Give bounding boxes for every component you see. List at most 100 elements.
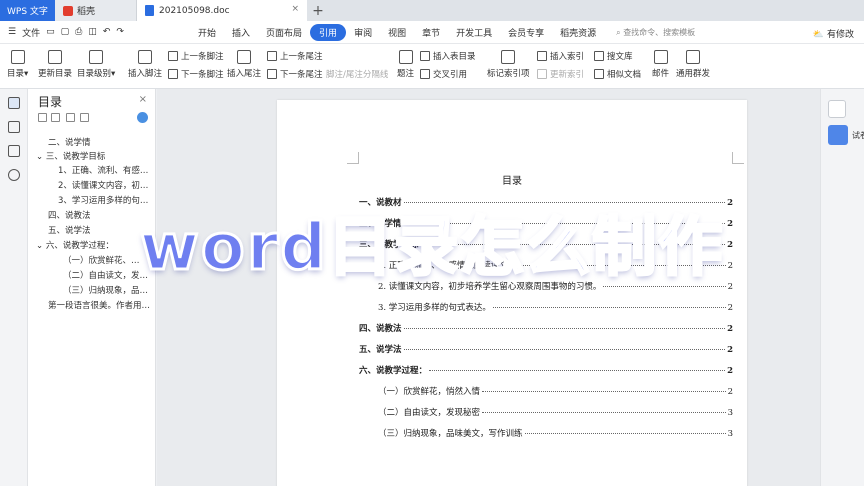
demote-icon[interactable]	[80, 113, 89, 122]
document-page[interactable]: 目录 一、说教材 2 二、说学情 2 三、说教学目标 2 1. 正确、流利、有感情地朗…	[277, 100, 747, 486]
close-outline-icon[interactable]: ×	[139, 94, 147, 105]
bookmark-icon[interactable]	[8, 145, 20, 157]
collapse-arrow-icon[interactable]: ⌄	[36, 152, 46, 162]
title-bar: WPS 文字 稻壳 202105098.doc × +	[0, 0, 864, 21]
insert-toc-table-button[interactable]: 插入表目录	[420, 50, 476, 62]
menu-daoke[interactable]: 稻壳资源	[552, 24, 604, 41]
exam-paper-icon[interactable]	[828, 125, 848, 145]
find-icon[interactable]	[8, 169, 20, 181]
close-tab-icon[interactable]: ×	[291, 4, 299, 14]
daoke-tab[interactable]: 稻壳	[55, 0, 137, 21]
mark-index-button[interactable]: 标记索引项	[487, 50, 530, 79]
next-endnote-label: 下一条尾注	[280, 70, 323, 80]
toc-entry-page: 2	[727, 345, 733, 355]
outline-item[interactable]: ⌄ 三、说教学目标	[36, 150, 148, 162]
update-toc-icon	[48, 50, 62, 64]
margin-corner-mark	[732, 152, 744, 164]
hamburger-menu-icon[interactable]: ☰	[8, 27, 16, 37]
ribbon-toolbar: 目录▾ 更新目录 目录级别▾ 插入脚注 上一条脚注 下一条脚注 插入尾注 上一条…	[0, 44, 864, 89]
new-tab-button[interactable]: +	[307, 0, 329, 21]
toc-level-label: 目录级别	[77, 69, 112, 79]
menu-start[interactable]: 开始	[190, 24, 224, 41]
toc-leader	[492, 307, 726, 308]
update-index-button[interactable]: 更新索引	[537, 68, 584, 80]
search-library-icon	[594, 51, 604, 61]
toc-entry[interactable]: 四、说教法 2	[359, 322, 733, 334]
cross-reference-button[interactable]: 交叉引用	[420, 68, 467, 80]
outline-mode-toggle[interactable]	[137, 112, 148, 123]
preview-icon[interactable]: ◫	[88, 27, 97, 37]
open-icon[interactable]: ▢	[61, 27, 70, 37]
note-separator-button[interactable]: 脚注/尾注分隔线	[326, 68, 388, 80]
app-tab-label: WPS 文字	[7, 7, 48, 17]
caption-icon	[398, 50, 413, 64]
toc-entry[interactable]: 六、说教学过程： 2	[359, 364, 733, 376]
search-input[interactable]: ⌕ 查找命令、搜索模板	[616, 27, 695, 38]
insert-footnote-button[interactable]: 插入脚注	[128, 50, 162, 79]
menu-review[interactable]: 审阅	[346, 24, 380, 41]
toc-entry[interactable]: 五、说学法 2	[359, 343, 733, 355]
app-tab[interactable]: WPS 文字	[0, 0, 55, 21]
mail-button[interactable]: 邮件	[652, 50, 669, 79]
toc-button[interactable]: 目录▾	[7, 50, 28, 79]
menu-section[interactable]: 章节	[414, 24, 448, 41]
toc-entry[interactable]: （三）归纳现象，品味美文，写作训练 3	[378, 427, 733, 439]
save-icon[interactable]: ▭	[46, 27, 55, 37]
menu-insert[interactable]: 插入	[224, 24, 258, 41]
prev-footnote-button[interactable]: 上一条脚注	[168, 50, 224, 62]
collapse-all-icon[interactable]	[51, 113, 60, 122]
prev-endnote-button[interactable]: 上一条尾注	[267, 50, 323, 62]
caption-button[interactable]: 题注	[397, 50, 414, 79]
toc-icon	[10, 50, 25, 64]
footnote-icon	[138, 50, 152, 64]
menu-member[interactable]: 会员专享	[500, 24, 552, 41]
toc-entry-text: （二）自由读文，发现秘密	[378, 408, 481, 418]
update-toc-label: 更新目录	[38, 69, 73, 79]
menu-page-layout[interactable]: 页面布局	[258, 24, 310, 41]
outline-item[interactable]: 1、正确、流利、有感…	[58, 164, 150, 176]
cross-reference-label: 交叉引用	[433, 70, 468, 80]
next-endnote-button[interactable]: 下一条尾注	[267, 68, 323, 80]
next-footnote-button[interactable]: 下一条脚注	[168, 68, 224, 80]
similar-docs-label: 相似文档	[607, 70, 642, 80]
outline-item[interactable]: 2、读懂课文内容，初…	[58, 179, 150, 191]
toc-entry-page: 2	[727, 324, 733, 334]
insert-index-button[interactable]: 插入索引	[537, 50, 584, 62]
search-library-button[interactable]: 搜文库	[594, 50, 633, 62]
toc-entry-page: 2	[727, 387, 733, 397]
mass-mail-button[interactable]: 通用群发	[676, 50, 710, 79]
toc-entry[interactable]: （一）欣赏鲜花，悄然入情 2	[378, 385, 733, 397]
toc-entry-page: 3	[727, 429, 733, 439]
redo-icon[interactable]: ↷	[116, 27, 124, 37]
prev-endnote-icon	[267, 51, 277, 61]
toc-entry[interactable]: 3. 学习运用多样的句式表达。 2	[378, 301, 733, 313]
prev-footnote-label: 上一条脚注	[181, 52, 224, 62]
toc-entry[interactable]: （二）自由读文，发现秘密 3	[378, 406, 733, 418]
promote-icon[interactable]	[66, 113, 75, 122]
insert-endnote-label: 插入尾注	[227, 69, 262, 79]
toc-level-button[interactable]: 目录级别▾	[77, 50, 115, 79]
menu-view[interactable]: 视图	[380, 24, 414, 41]
print-icon[interactable]: ⎙	[75, 27, 82, 37]
similar-docs-button[interactable]: 相似文档	[594, 68, 641, 80]
modified-indicator[interactable]: ⛅ 有修改	[813, 27, 854, 40]
outline-item[interactable]: 第一段语言很美。作者用…	[48, 299, 150, 311]
expand-all-icon[interactable]	[38, 113, 47, 122]
document-tab[interactable]: 202105098.doc ×	[137, 0, 307, 21]
outline-item[interactable]: 二、说学情	[48, 136, 148, 148]
exam-paper-label: 试卷	[852, 131, 864, 140]
daoke-logo-icon	[63, 5, 73, 16]
similar-docs-icon	[594, 69, 604, 79]
video-title-overlay: word目录怎么制作	[138, 210, 725, 287]
menu-developer[interactable]: 开发工具	[448, 24, 500, 41]
undo-icon[interactable]: ↶	[103, 27, 111, 37]
update-toc-button[interactable]: 更新目录	[38, 50, 72, 79]
chapter-icon[interactable]	[8, 121, 20, 133]
file-menu[interactable]: 文件	[22, 26, 40, 39]
insert-endnote-button[interactable]: 插入尾注	[227, 50, 261, 79]
toc-leader	[482, 391, 726, 392]
mark-index-icon	[501, 50, 516, 64]
collapse-panel-icon[interactable]	[828, 100, 846, 118]
menu-references[interactable]: 引用	[310, 23, 347, 41]
outline-icon[interactable]	[8, 97, 20, 109]
